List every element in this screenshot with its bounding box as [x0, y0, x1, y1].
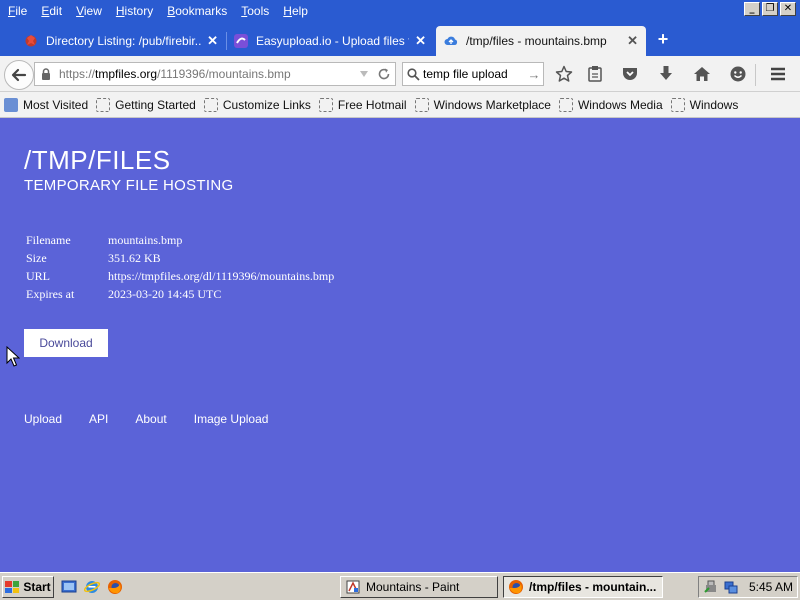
bookmark-windows[interactable]: Windows	[670, 97, 738, 112]
safely-remove-hardware-icon[interactable]	[703, 579, 719, 595]
network-icon[interactable]	[723, 579, 739, 595]
tab-close-icon[interactable]: ✕	[627, 33, 638, 49]
firebird-icon	[24, 34, 38, 48]
menu-bar: File Edit View History Bookmarks Tools H…	[0, 0, 800, 22]
taskbar-firefox[interactable]: /tmp/files - mountain...	[503, 576, 663, 598]
info-value: mountains.bmp	[108, 232, 183, 247]
search-bar[interactable]: temp file upload →	[402, 62, 544, 86]
start-button[interactable]: Start	[2, 576, 54, 598]
internet-explorer-icon[interactable]	[83, 578, 101, 596]
url-bar[interactable]: https://tmpfiles.org/1119396/mountains.b…	[34, 62, 396, 86]
clock[interactable]: 5:45 AM	[749, 580, 793, 594]
page-icon	[670, 97, 685, 112]
new-tab-button[interactable]: +	[654, 30, 672, 48]
info-value: 2023-03-20 14:45 UTC	[108, 286, 222, 301]
show-desktop-icon[interactable]	[60, 578, 78, 596]
page-content: /TMP/FILES TEMPORARY FILE HOSTING Filena…	[0, 118, 800, 572]
page-icon	[318, 97, 333, 112]
pocket-icon[interactable]	[619, 64, 641, 84]
tab-title: /tmp/files - mountains.bmp	[466, 34, 607, 48]
page-icon	[203, 97, 218, 112]
file-info-table: Filename mountains.bmp Size 351.62 KB UR…	[26, 231, 334, 303]
menu-help[interactable]: Help	[277, 4, 314, 18]
navigation-toolbar: https://tmpfiles.org/1119396/mountains.b…	[0, 56, 800, 92]
home-icon[interactable]	[691, 64, 713, 84]
info-label: Size	[26, 250, 47, 265]
windows-logo-icon	[5, 581, 20, 593]
bookmark-free-hotmail[interactable]: Free Hotmail	[318, 97, 407, 112]
search-input[interactable]: temp file upload	[423, 67, 525, 81]
downloads-icon[interactable]	[655, 64, 677, 84]
page-icon	[558, 97, 573, 112]
firefox-icon[interactable]	[106, 578, 124, 596]
menu-bookmarks[interactable]: Bookmarks	[161, 4, 233, 18]
arrow-left-icon	[11, 68, 27, 82]
tab-strip: Directory Listing: /pub/firebir... ✕ Eas…	[0, 22, 800, 56]
hello-icon[interactable]	[727, 64, 749, 84]
menu-view[interactable]: View	[70, 4, 108, 18]
info-value: 351.62 KB	[108, 250, 161, 265]
paint-icon	[345, 579, 361, 595]
menu-tools[interactable]: Tools	[235, 4, 275, 18]
info-value-url[interactable]: https://tmpfiles.org/dl/1119396/mountain…	[108, 269, 334, 284]
system-tray: 5:45 AM	[698, 576, 798, 598]
restore-button[interactable]: ❐	[762, 2, 778, 16]
footer-link-about[interactable]: About	[135, 412, 166, 426]
lock-icon	[41, 67, 53, 81]
info-label: URL	[26, 268, 50, 283]
tab-close-icon[interactable]: ✕	[415, 33, 426, 49]
info-row-url: URL https://tmpfiles.org/dl/1119396/moun…	[26, 267, 334, 285]
menu-history[interactable]: History	[110, 4, 159, 18]
dropdown-arrow-icon[interactable]	[355, 65, 373, 83]
footer-links: Upload API About Image Upload	[24, 412, 295, 426]
bookmark-customize-links[interactable]: Customize Links	[203, 97, 311, 112]
reload-icon[interactable]	[375, 65, 393, 83]
taskbar: Start Mountains - Paint /tmp/files - mou…	[0, 572, 800, 600]
info-row-size: Size 351.62 KB	[26, 249, 334, 267]
tab-tmpfiles[interactable]: /tmp/files - mountains.bmp ✕	[436, 26, 646, 56]
tab-directory-listing[interactable]: Directory Listing: /pub/firebir... ✕	[16, 26, 226, 56]
menu-file[interactable]: File	[2, 4, 33, 18]
tab-title: Directory Listing: /pub/firebir...	[46, 34, 202, 48]
most-visited-icon	[4, 97, 18, 112]
bookmark-windows-marketplace[interactable]: Windows Marketplace	[414, 97, 551, 112]
back-button[interactable]	[4, 60, 34, 90]
reading-list-icon[interactable]	[584, 64, 606, 84]
footer-link-upload[interactable]: Upload	[24, 412, 62, 426]
hamburger-menu-icon[interactable]	[767, 64, 789, 84]
page-subtitle: TEMPORARY FILE HOSTING	[24, 177, 234, 194]
page-icon	[414, 97, 429, 112]
footer-link-image-upload[interactable]: Image Upload	[194, 412, 269, 426]
bookmark-getting-started[interactable]: Getting Started	[96, 97, 196, 112]
tab-easyupload[interactable]: Easyupload.io - Upload files f... ✕	[226, 26, 434, 56]
firefox-icon	[508, 579, 524, 595]
window-controls: _ ❐ ✕	[744, 2, 796, 16]
taskbar-paint[interactable]: Mountains - Paint	[340, 576, 498, 598]
menu-edit[interactable]: Edit	[35, 4, 68, 18]
search-go-icon[interactable]: →	[525, 67, 543, 82]
info-label: Filename	[26, 232, 71, 247]
url-text[interactable]: https://tmpfiles.org/1119396/mountains.b…	[59, 67, 355, 81]
tab-title: Easyupload.io - Upload files f...	[256, 34, 410, 48]
info-row-expires: Expires at 2023-03-20 14:45 UTC	[26, 285, 334, 303]
footer-link-api[interactable]: API	[89, 412, 108, 426]
tab-close-icon[interactable]: ✕	[207, 33, 218, 49]
close-window-button[interactable]: ✕	[780, 2, 796, 16]
bookmark-windows-media[interactable]: Windows Media	[558, 97, 663, 112]
search-icon	[403, 67, 423, 81]
download-button[interactable]: Download	[24, 329, 108, 357]
minimize-button[interactable]: _	[744, 2, 760, 16]
bookmark-star-icon[interactable]	[553, 64, 575, 84]
info-row-filename: Filename mountains.bmp	[26, 231, 334, 249]
easyupload-icon	[234, 34, 248, 48]
page-icon	[96, 97, 111, 112]
toolbar-separator	[755, 64, 756, 86]
page-title: /TMP/FILES	[24, 145, 171, 175]
mouse-cursor-icon	[6, 346, 20, 367]
cloud-upload-icon	[444, 34, 458, 48]
bookmarks-toolbar: Most Visited Getting Started Customize L…	[0, 92, 800, 118]
bookmark-most-visited[interactable]: Most Visited	[4, 97, 88, 112]
info-label: Expires at	[26, 286, 75, 301]
